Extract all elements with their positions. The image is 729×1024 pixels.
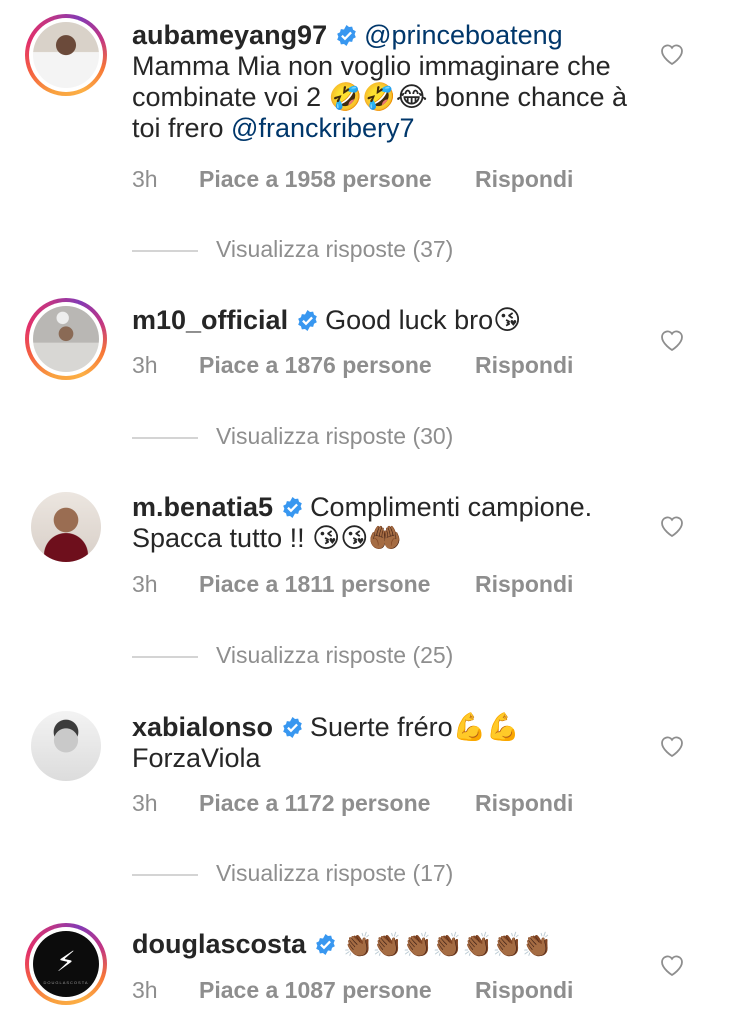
heart-outline-icon[interactable]	[659, 514, 685, 538]
timestamp: 3h	[132, 571, 158, 597]
avatar[interactable]: ⚡ DOUGLASCOSTA	[25, 923, 107, 1005]
verified-badge-icon	[316, 933, 335, 956]
comment-text: m10_official Good luck bro😘	[132, 305, 632, 336]
avatar-photo	[31, 492, 101, 562]
verified-badge-icon	[283, 716, 302, 739]
view-replies-label: Visualizza risposte (30)	[216, 423, 454, 449]
view-replies-label: Visualizza risposte (37)	[216, 236, 454, 262]
divider	[132, 436, 198, 439]
heart-outline-icon[interactable]	[659, 42, 685, 66]
username[interactable]: m.benatia5	[132, 492, 273, 522]
timestamp: 3h	[132, 166, 158, 192]
view-replies-label: Visualizza risposte (25)	[216, 642, 454, 668]
reply-button[interactable]: Rispondi	[475, 977, 573, 1003]
timestamp: 3h	[132, 790, 158, 816]
avatar-photo	[33, 22, 99, 88]
timestamp: 3h	[132, 977, 158, 1003]
likes-count[interactable]: Piace a 1172 persone	[199, 790, 475, 817]
verified-badge-icon	[337, 24, 356, 47]
reply-button[interactable]: Rispondi	[475, 790, 573, 816]
avatar[interactable]	[25, 14, 107, 96]
avatar-photo	[33, 306, 99, 372]
comment-meta: 3h Piace a 1876 persone Rispondi	[132, 352, 573, 379]
comment-meta: 3h Piace a 1811 persone Rispondi	[132, 571, 573, 598]
comment-body: Good luck bro😘	[325, 305, 522, 335]
username[interactable]: m10_official	[132, 305, 288, 335]
comment-body: 👏🏾👏🏾👏🏾👏🏾👏🏾👏🏾👏🏾	[343, 931, 553, 959]
divider	[132, 873, 198, 876]
username[interactable]: xabialonso	[132, 712, 273, 742]
comment-meta: 3h Piace a 1958 persone Rispondi	[132, 166, 573, 193]
likes-count[interactable]: Piace a 1087 persone	[199, 977, 475, 1004]
likes-count[interactable]: Piace a 1876 persone	[199, 352, 475, 379]
view-replies-label: Visualizza risposte (17)	[216, 860, 454, 886]
likes-count[interactable]: Piace a 1958 persone	[199, 166, 475, 193]
comment-text: m.benatia5 Complimenti campione. Spacca t…	[132, 492, 632, 554]
reply-button[interactable]: Rispondi	[475, 352, 573, 378]
username[interactable]: douglascosta	[132, 929, 306, 959]
reply-button[interactable]: Rispondi	[475, 571, 573, 597]
heart-outline-icon[interactable]	[659, 328, 685, 352]
avatar[interactable]	[25, 705, 107, 787]
reply-button[interactable]: Rispondi	[475, 166, 573, 192]
username[interactable]: aubameyang97	[132, 20, 327, 50]
comment-text: douglascosta 👏🏾👏🏾👏🏾👏🏾👏🏾👏🏾👏🏾	[132, 929, 632, 961]
lightning-bolt-icon: ⚡	[56, 945, 76, 977]
mention-link[interactable]: @franckribery7	[231, 113, 414, 143]
avatar[interactable]	[25, 486, 107, 568]
verified-badge-icon	[283, 496, 302, 519]
view-replies-button[interactable]: Visualizza risposte (17)	[132, 860, 453, 887]
view-replies-button[interactable]: Visualizza risposte (37)	[132, 236, 453, 263]
avatar[interactable]	[25, 298, 107, 380]
divider	[132, 655, 198, 658]
comment-text: xabialonso Suerte fréro💪💪 ForzaViola	[132, 712, 632, 774]
divider	[132, 249, 198, 252]
avatar-caption: DOUGLASCOSTA	[43, 980, 89, 985]
comment-meta: 3h Piace a 1172 persone Rispondi	[132, 790, 573, 817]
verified-badge-icon	[298, 309, 317, 332]
avatar-photo: ⚡ DOUGLASCOSTA	[33, 931, 99, 997]
timestamp: 3h	[132, 352, 158, 378]
likes-count[interactable]: Piace a 1811 persone	[199, 571, 475, 598]
avatar-photo	[31, 711, 101, 781]
mention-link[interactable]: @princeboateng	[364, 20, 563, 50]
heart-outline-icon[interactable]	[659, 953, 685, 977]
comment-text: aubameyang97 @princeboateng Mamma Mia non…	[132, 20, 632, 144]
heart-outline-icon[interactable]	[659, 734, 685, 758]
view-replies-button[interactable]: Visualizza risposte (25)	[132, 642, 453, 669]
view-replies-button[interactable]: Visualizza risposte (30)	[132, 423, 453, 450]
comment-meta: 3h Piace a 1087 persone Rispondi	[132, 977, 573, 1004]
